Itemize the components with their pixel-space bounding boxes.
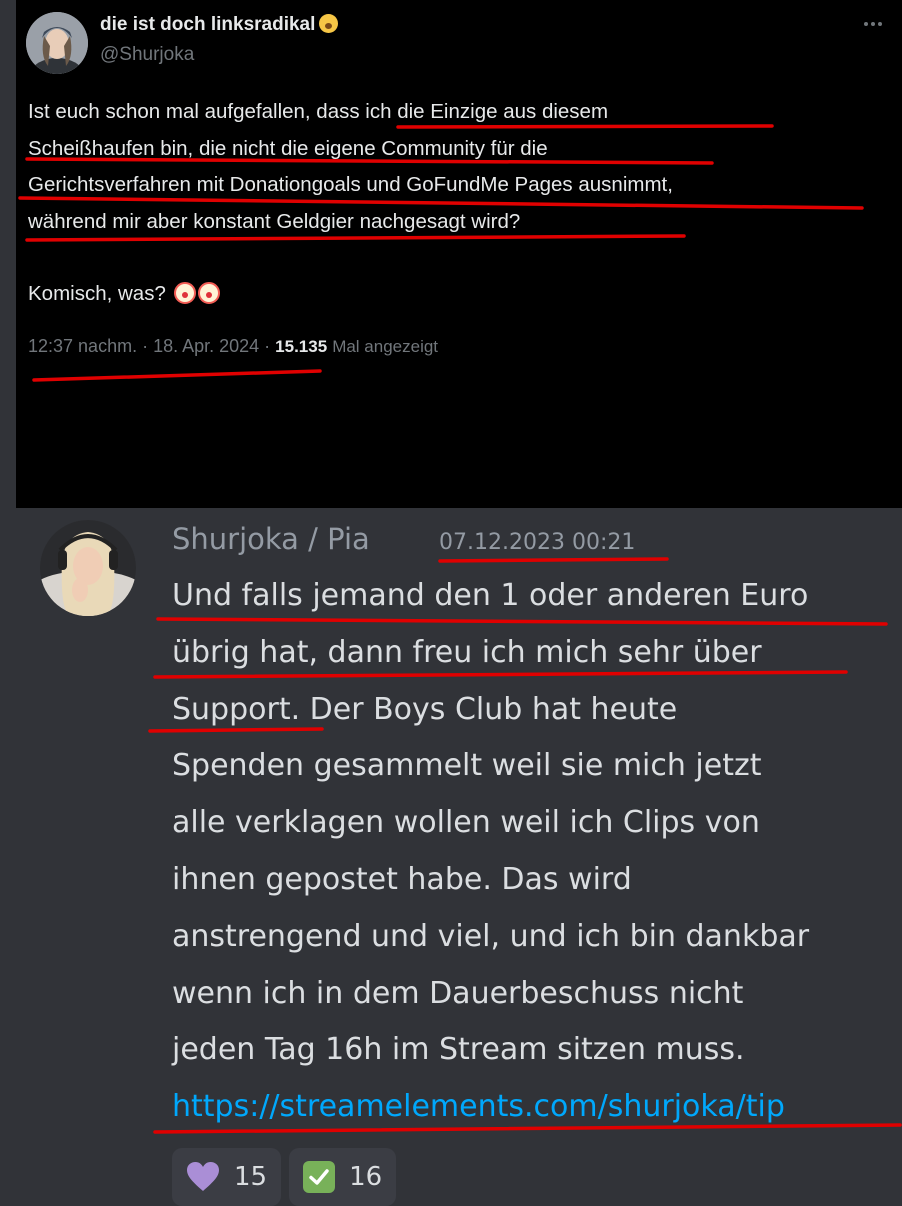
reaction-count: 15	[234, 1162, 268, 1192]
tweet-avatar[interactable]	[26, 12, 88, 74]
views-count: 15.135	[275, 337, 328, 356]
flushed-face-icon	[319, 14, 339, 33]
tweet-text-line: Scheißhaufen bin, die nicht die eigene C…	[28, 136, 548, 160]
message-line: Spenden gesammelt weil sie mich jetzt	[172, 748, 762, 784]
reaction-count: 16	[349, 1162, 383, 1192]
tweet-second-paragraph-text: Komisch, was?	[28, 282, 166, 305]
tweet-text-line: Gerichtsverfahren mit Donationgoals und …	[28, 173, 673, 196]
message-line: Support. Der Boys Club hat heute	[172, 691, 678, 727]
tweet-timestamp[interactable]: 12:37 nachm. · 18. Apr. 2024 ·	[28, 336, 270, 356]
message-timestamp: 07.12.2023 00:21	[439, 530, 636, 555]
avatar-portrait-icon	[40, 520, 136, 616]
tweet-text: Ist euch schon mal aufgefallen, dass ich…	[28, 94, 888, 313]
message-line: übrig hat, dann freu ich mich sehr über	[172, 634, 762, 670]
tweet-card: die ist doch linksradikal @Shurjoka Ist …	[16, 0, 902, 508]
purple-heart-icon	[187, 1162, 219, 1191]
message-line: ihnen gepostet habe. Das wird	[172, 861, 632, 897]
message-line: wenn ich in dem Dauerbeschuss nicht	[172, 975, 744, 1011]
avatar-portrait-icon	[26, 12, 88, 74]
tweet-second-paragraph: Komisch, was?	[28, 276, 888, 313]
message-line: alle verklagen wollen weil ich Clips von	[172, 805, 760, 841]
display-name-text: die ist doch linksradikal	[100, 14, 316, 35]
reaction-purple-heart[interactable]: 15	[172, 1148, 282, 1206]
tweet-display-name[interactable]: die ist doch linksradikal	[100, 14, 339, 36]
tweet-handle[interactable]: @Shurjoka	[100, 44, 194, 66]
message-line: anstrengend und viel, und ich bin dankba…	[172, 918, 810, 954]
tweet-text-line: Ist euch schon mal aufgefallen, dass ich…	[28, 100, 609, 123]
message-content: Und falls jemand den 1 oder anderen Euro…	[172, 568, 902, 1136]
views-label: Mal angezeigt	[332, 337, 439, 356]
reactions-bar: 15 16	[172, 1148, 397, 1206]
clown-face-icon	[173, 282, 196, 304]
tweet-text-line: während mir aber konstant Geldgier nachg…	[28, 209, 521, 233]
message-line: Und falls jemand den 1 oder anderen Euro	[172, 578, 809, 613]
check-mark-icon	[303, 1161, 336, 1193]
message-author[interactable]: Shurjoka / Pia	[172, 522, 370, 556]
tip-link[interactable]: https://streamelements.com/shurjoka/tip	[172, 1079, 902, 1136]
reaction-check-mark[interactable]: 16	[289, 1148, 397, 1206]
more-options-icon[interactable]	[860, 14, 886, 34]
clown-face-icon	[197, 282, 220, 304]
message-line: jeden Tag 16h im Stream sitzen muss.	[172, 1032, 745, 1068]
discord-avatar[interactable]	[40, 520, 136, 616]
tweet-meta: 12:37 nachm. · 18. Apr. 2024 · 15.135 Ma…	[28, 336, 438, 357]
discord-message: Shurjoka / Pia 07.12.2023 00:21 Und fall…	[0, 508, 902, 1206]
